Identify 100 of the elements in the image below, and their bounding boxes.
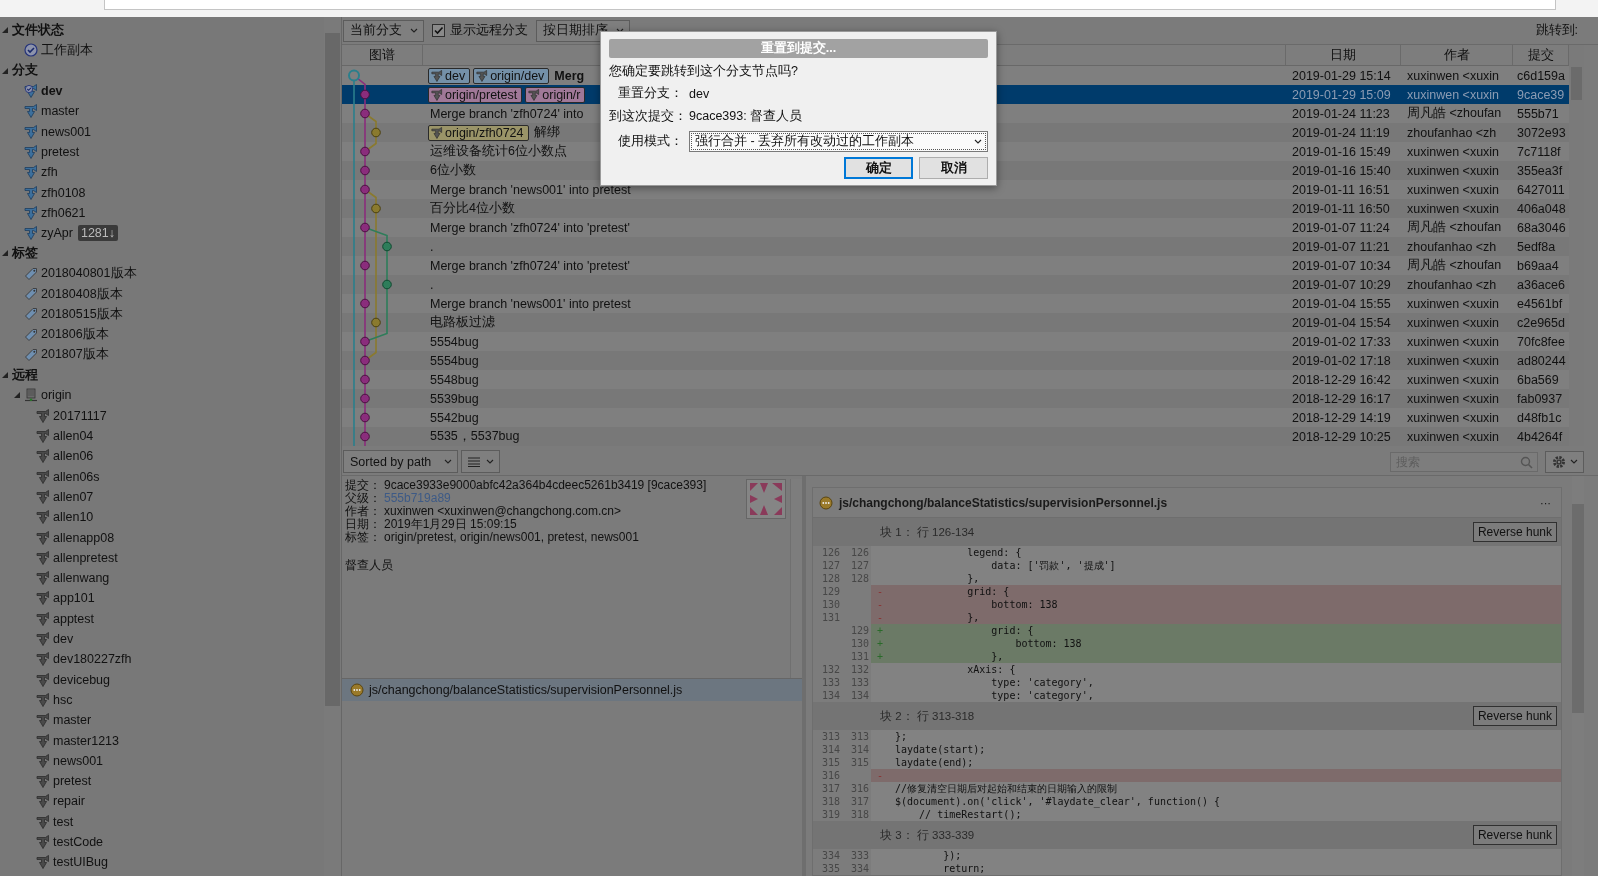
code-line: bottom: 138	[990, 598, 1058, 611]
diff-marker: -	[876, 611, 885, 624]
table-cell-text: xuxinwen <xuxin	[1406, 315, 1501, 330]
commit-message: 督查人员	[345, 557, 394, 574]
table-cell-text: 2019-01-07 11:21	[1291, 239, 1391, 254]
hunk-title: 块 2： 行 313-318	[880, 708, 975, 724]
field-label: 提交：	[345, 478, 381, 492]
diff-marker: +	[876, 624, 885, 637]
table-cell-text: zhoufanhao <zh	[1406, 125, 1498, 140]
table-cell-text: 6ba569	[1516, 372, 1560, 387]
hunk-title: 块 3： 行 333-339	[880, 827, 975, 843]
table-cell-text: xuxinwen <xuxin	[1406, 68, 1501, 83]
table-cell-text: 68a3046	[1516, 220, 1567, 235]
commit-message: Merg	[554, 68, 585, 83]
field-label: 重置分支：	[617, 85, 684, 102]
table-cell-text: xuxinwen <xuxin	[1406, 144, 1501, 159]
table-cell-text: xuxinwen <xuxin	[1406, 163, 1501, 178]
code-line: xAxis: {	[966, 663, 1016, 676]
table-cell-text: zhoufanhao <zh	[1406, 239, 1498, 254]
commit-message: Merge branch 'zfh0724' into 'pretest'	[430, 258, 630, 273]
commit-message: 5554bug	[430, 353, 479, 368]
count-badge: 1281↓	[77, 225, 118, 242]
table-cell-text: 7c7118f	[1516, 144, 1562, 159]
table-cell-text: d48fb1c	[1516, 410, 1563, 425]
table-cell-text: 2019-01-07 10:29	[1291, 277, 1392, 292]
code-line: laydate(start);	[895, 743, 986, 756]
table-cell-text: 2019-01-11 16:50	[1291, 201, 1391, 216]
table-cell-text: xuxinwen <xuxin	[1406, 391, 1501, 406]
diff-marker: +	[876, 637, 885, 650]
commit-message: Merge branch 'zfh0724' into 'pretest'	[430, 220, 630, 235]
commit-message: 电路板过滤	[430, 314, 495, 331]
field-label: 父级：	[345, 491, 381, 505]
file-path: js/changchong/balanceStatistics/supervisionPersonnel.js	[369, 683, 683, 697]
commit-message: 5542bug	[430, 410, 479, 425]
table-cell-text: c2e965d	[1516, 315, 1566, 330]
code-line: //修复清空日期后对起始和结束的日期输入的限制	[895, 782, 1118, 795]
code-line: },	[966, 572, 980, 585]
commit-message: 6位小数	[430, 162, 476, 179]
table-cell-text: ad80244	[1516, 353, 1567, 368]
code-line: bottom: 138	[1014, 637, 1082, 650]
code-line: // timeRestart();	[918, 808, 1022, 821]
field-label: 作者：	[345, 504, 381, 518]
table-cell-text: xuxinwen <xuxin	[1406, 201, 1501, 216]
table-cell-text: 2018-12-29 16:42	[1291, 372, 1392, 387]
table-cell-text: xuxinwen <xuxin	[1406, 182, 1501, 197]
table-cell-text: 2019-01-29 15:09	[1291, 87, 1392, 102]
code-line: $(document).on('click', '#laydate_clear', function() {	[895, 795, 1221, 808]
jump-label: 跳转到:	[1535, 22, 1578, 39]
file-path: js/changchong/balanceStatistics/supervisionPersonnel.js	[839, 495, 1168, 510]
table-cell-text: 5edf8a	[1516, 239, 1557, 254]
table-cell-text: xuxinwen <xuxin	[1406, 334, 1501, 349]
table-cell-text: 2019-01-02 17:33	[1291, 334, 1392, 349]
diff-marker: -	[876, 585, 885, 598]
table-cell-text: xuxinwen <xuxin	[1406, 372, 1501, 387]
checkbox-label: 显示远程分支	[450, 22, 528, 39]
table-cell-text: 406a048	[1516, 201, 1567, 216]
commit-message: 5539bug	[430, 391, 479, 406]
table-cell-text: 3072e93	[1516, 125, 1567, 140]
table-cell-text: 4b4264f	[1516, 429, 1564, 444]
code-line: grid: {	[990, 624, 1034, 637]
table-cell-text: 周凡皓 <zhoufan	[1406, 219, 1503, 236]
table-cell-text: 2018-12-29 14:19	[1291, 410, 1392, 425]
code-line: return;	[942, 862, 986, 875]
table-cell-text: 2019-01-04 15:55	[1291, 296, 1392, 311]
code-line: },	[966, 611, 980, 624]
table-cell-text: e4561bf	[1516, 296, 1564, 311]
diff-marker: -	[876, 769, 885, 782]
commit-message: 运维设备统计6位小数点	[430, 143, 567, 160]
code-line: };	[895, 730, 908, 743]
commit-message: 5535，5537bug	[430, 428, 520, 445]
table-cell-text: 70fc8fee	[1516, 334, 1566, 349]
diff-marker: -	[876, 598, 885, 611]
code-line: grid: {	[966, 585, 1010, 598]
table-cell-text: 2019-01-24 11:19	[1291, 125, 1391, 140]
table-cell-text: 周凡皓 <zhoufan	[1406, 257, 1503, 274]
table-cell-text: xuxinwen <xuxin	[1406, 353, 1501, 368]
table-cell-text: 2019-01-02 17:18	[1291, 353, 1392, 368]
code-line: legend: {	[966, 546, 1022, 559]
table-cell-text: 355ea3f	[1516, 163, 1564, 178]
table-cell-text: 2019-01-07 11:24	[1291, 220, 1391, 235]
commit-message: 百分比4位小数	[430, 200, 515, 217]
table-cell-text: 2019-01-29 15:14	[1291, 68, 1392, 83]
field-label: 到这次提交：	[609, 108, 688, 125]
field-label: 使用模式：	[617, 133, 684, 150]
table-cell-text: zhoufanhao <zh	[1406, 277, 1498, 292]
field-label: 标签：	[345, 530, 381, 544]
dialog-question: 您确定要跳转到这个分支节点吗?	[609, 63, 799, 79]
code-line: type: 'category',	[990, 676, 1094, 689]
table-cell-text: 2019-01-16 15:40	[1291, 163, 1392, 178]
table-cell-text: 555b71	[1516, 106, 1560, 121]
code-line: type: 'category',	[990, 689, 1094, 702]
table-cell-text: 2019-01-11 16:51	[1291, 182, 1391, 197]
table-cell-text: 2019-01-16 15:49	[1291, 144, 1392, 159]
field-value: dev	[689, 86, 711, 101]
table-cell-text: xuxinwen <xuxin	[1406, 87, 1501, 102]
table-cell-text: xuxinwen <xuxin	[1406, 429, 1501, 444]
code-line: data: ['罚款', '提成']	[990, 559, 1116, 572]
table-cell-text: 2019-01-07 10:34	[1291, 258, 1392, 273]
commit-message: Merge branch 'news001' into pretest	[430, 182, 631, 197]
table-cell-text: c6d159a	[1516, 68, 1566, 83]
